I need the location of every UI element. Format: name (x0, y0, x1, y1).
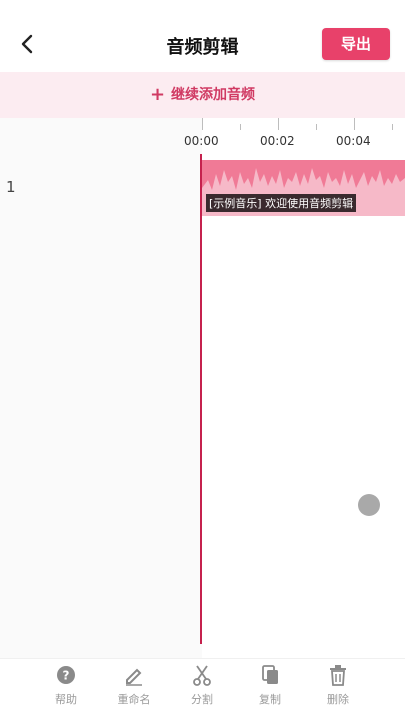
track-number: 1 (6, 178, 16, 196)
scroll-thumb[interactable] (358, 494, 380, 516)
bottom-toolbar: ? 帮助 重命名 分割 复制 删除 (0, 658, 405, 721)
scissors-icon (193, 665, 211, 686)
track-header-area: 1 (0, 118, 202, 658)
rename-label: 重命名 (117, 693, 151, 706)
tick-label: 00:04 (336, 134, 371, 148)
add-audio-label: 继续添加音频 (171, 87, 256, 103)
tick-mark (202, 118, 203, 130)
help-button[interactable]: ? 帮助 (36, 663, 96, 715)
copy-label: 复制 (259, 693, 281, 706)
clip-title: [示例音乐] 欢迎使用音频剪辑 (206, 194, 357, 212)
pencil-icon (126, 668, 142, 686)
svg-text:?: ? (63, 669, 70, 683)
add-audio-button[interactable]: + 继续添加音频 (0, 72, 405, 118)
help-label: 帮助 (55, 693, 77, 706)
timeline[interactable]: 1 00:00 00:02 00:04 [示例音乐] 欢迎使用音频剪辑 (0, 118, 405, 658)
delete-button[interactable]: 删除 (308, 663, 368, 715)
time-ruler[interactable]: 00:00 00:02 00:04 (184, 118, 405, 158)
export-button[interactable]: 导出 (322, 28, 390, 60)
split-label: 分割 (191, 693, 213, 706)
chevron-left-icon (21, 34, 33, 54)
delete-label: 删除 (327, 693, 349, 706)
back-button[interactable] (14, 30, 42, 58)
split-button[interactable]: 分割 (172, 663, 232, 715)
tick-mark (240, 124, 241, 130)
copy-icon (262, 665, 278, 684)
rename-button[interactable]: 重命名 (104, 663, 164, 715)
tick-mark (278, 118, 279, 130)
help-icon: ? (57, 666, 75, 684)
tick-mark (354, 118, 355, 130)
trash-icon (330, 665, 346, 686)
playhead[interactable] (200, 154, 202, 644)
tick-label: 00:00 (184, 134, 219, 148)
tick-mark (316, 124, 317, 130)
plus-icon: + (149, 84, 166, 105)
audio-clip[interactable]: [示例音乐] 欢迎使用音频剪辑 (202, 160, 405, 216)
tick-label: 00:02 (260, 134, 295, 148)
tick-mark (392, 124, 393, 130)
copy-button[interactable]: 复制 (240, 663, 300, 715)
header: 音频剪辑 导出 (0, 0, 405, 72)
